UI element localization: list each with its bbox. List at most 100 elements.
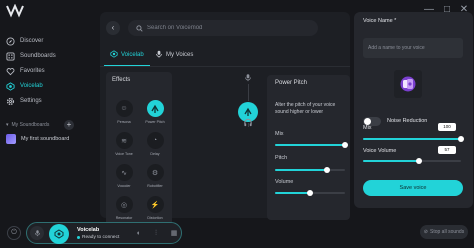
slider-knob[interactable] bbox=[342, 142, 348, 148]
microphone-icon bbox=[155, 50, 163, 60]
effect-label: Vocoder bbox=[117, 184, 131, 188]
volume-slider[interactable] bbox=[275, 190, 345, 196]
effects-title: Effects bbox=[112, 77, 131, 83]
active-voice-name: Voicelab bbox=[77, 227, 100, 233]
voice-settings-panel: Voice Name * Noise Reduction Mix 100 Voi… bbox=[354, 12, 473, 208]
power-pitch-card: Power Pitch Alter the pitch of your voic… bbox=[267, 75, 350, 220]
search-bar[interactable] bbox=[128, 20, 318, 36]
connection-status: Ready to connect bbox=[77, 235, 119, 240]
pitch-slider[interactable] bbox=[275, 167, 345, 173]
search-input[interactable] bbox=[147, 25, 307, 31]
soundboard-item[interactable]: My first soundboard bbox=[6, 134, 69, 144]
headphones-icon bbox=[243, 117, 253, 127]
sidebar-item-discover[interactable]: Discover bbox=[6, 34, 43, 48]
voice-volume-label: Voice Volume bbox=[363, 148, 397, 154]
slider-fill bbox=[363, 138, 461, 140]
slider-knob[interactable] bbox=[323, 167, 330, 173]
effect-delay[interactable]: ◔ Delay bbox=[140, 132, 170, 156]
mix-slider[interactable] bbox=[275, 142, 348, 148]
voice-tone-icon: ≋ bbox=[115, 132, 133, 149]
delay-icon: ◔ bbox=[146, 132, 164, 149]
slider-knob[interactable] bbox=[415, 158, 422, 164]
effect-resonator[interactable]: ◎ Resonator bbox=[109, 196, 139, 220]
slider-fill bbox=[275, 144, 345, 146]
effect-robotifier[interactable]: ⚙ Robotifier bbox=[140, 164, 170, 188]
mix-label: Mix bbox=[275, 131, 284, 137]
active-voice-button[interactable] bbox=[49, 224, 69, 244]
tab-my-voices[interactable]: My Voices bbox=[155, 49, 193, 61]
soundboard-thumbnail bbox=[6, 134, 16, 144]
slider-fill bbox=[275, 169, 327, 171]
sidebar-item-soundboards[interactable]: Soundboards bbox=[6, 49, 56, 63]
sidebar-item-favorites[interactable]: Favorites bbox=[6, 64, 45, 78]
voicemod-logo-icon bbox=[6, 3, 24, 18]
chevron-down-icon: ▾ bbox=[6, 122, 9, 128]
compass-icon bbox=[6, 36, 15, 46]
search-icon bbox=[136, 19, 143, 37]
effect-label: Voice Tone bbox=[115, 152, 133, 156]
sidebar-item-voicelab[interactable]: Voicelab bbox=[6, 79, 43, 93]
voice-avatar[interactable] bbox=[394, 70, 422, 98]
heart-icon bbox=[6, 67, 15, 76]
mix-slider[interactable] bbox=[363, 136, 464, 142]
voice-volume-value[interactable]: 57 bbox=[438, 146, 456, 154]
effect-distortion[interactable]: ⚡ Distortion bbox=[140, 196, 170, 220]
pitch-label: Pitch bbox=[275, 155, 288, 161]
effect-power-pitch[interactable]: Power Pitch bbox=[140, 100, 170, 124]
slider-knob[interactable] bbox=[458, 136, 464, 142]
tab-label: My Voices bbox=[166, 52, 194, 58]
toggle-knob bbox=[364, 118, 371, 125]
card-description: Alter the pitch of your voice sound high… bbox=[275, 102, 336, 115]
mix-label: Mix bbox=[363, 125, 372, 131]
effect-label: Robotifier bbox=[147, 184, 163, 188]
effects-panel: Effects ☺ Persona Power Pitch ≋ Voice To… bbox=[106, 72, 172, 232]
sidebar-item-label: Discover bbox=[20, 38, 44, 44]
effect-vocoder[interactable]: ∿ Vocoder bbox=[109, 164, 139, 188]
back-button[interactable]: ‹ bbox=[106, 21, 120, 35]
power-button[interactable]: ⏻ bbox=[7, 226, 21, 240]
voicelab-icon bbox=[6, 81, 15, 91]
divider bbox=[100, 66, 350, 67]
distortion-icon: ⚡ bbox=[146, 196, 164, 213]
slider-fill bbox=[275, 192, 310, 194]
persona-icon: ☺ bbox=[115, 100, 133, 117]
voice-name-label: Voice Name * bbox=[363, 18, 397, 24]
microphone-icon bbox=[243, 72, 253, 82]
grid-icon bbox=[6, 51, 15, 61]
hear-myself-button[interactable]: ◖ bbox=[131, 227, 145, 241]
sidebar-item-label: Soundboards bbox=[20, 53, 56, 59]
voice-player: Voicelab Ready to connect ◖ ⫶ ▦ bbox=[26, 222, 182, 244]
main-panel: ‹ Voicelab My Voices Effects ☺ Persona P… bbox=[100, 12, 350, 232]
add-soundboard-button[interactable]: + bbox=[64, 120, 74, 130]
sidebar-item-label: Settings bbox=[20, 98, 42, 104]
sidebar: Discover Soundboards Favorites Voicelab … bbox=[0, 22, 80, 218]
section-label: My Soundboards bbox=[11, 122, 50, 128]
voice-name-input[interactable] bbox=[363, 38, 463, 58]
effect-voice-tone[interactable]: ≋ Voice Tone bbox=[109, 132, 139, 156]
stop-icon: ⊘ bbox=[423, 229, 428, 235]
microphone-button[interactable] bbox=[30, 226, 44, 240]
microphone-icon bbox=[34, 230, 40, 237]
volume-label: Volume bbox=[275, 179, 294, 185]
gear-icon bbox=[6, 97, 15, 106]
mix-value[interactable]: 100 bbox=[438, 123, 456, 131]
status-text: Ready to connect bbox=[82, 235, 120, 240]
save-voice-button[interactable]: Save voice bbox=[363, 180, 463, 196]
effect-label: Delay bbox=[150, 152, 160, 156]
voicelab-icon bbox=[54, 229, 64, 239]
mixer-button[interactable]: ⫶ bbox=[149, 227, 163, 241]
effect-persona[interactable]: ☺ Persona bbox=[109, 100, 139, 124]
soundboard-button[interactable]: ▦ bbox=[167, 227, 181, 241]
vocoder-icon: ∿ bbox=[115, 164, 133, 181]
effect-label: Power Pitch bbox=[145, 120, 165, 124]
voice-volume-slider[interactable] bbox=[363, 158, 461, 164]
tab-voicelab[interactable]: Voicelab bbox=[110, 49, 144, 61]
noise-reduction-label: Noise Reduction bbox=[387, 118, 428, 124]
sidebar-item-settings[interactable]: Settings bbox=[6, 94, 42, 108]
voicelab-icon bbox=[110, 50, 118, 60]
stop-all-sounds-button[interactable]: ⊘ Stop all sounds bbox=[420, 225, 468, 239]
power-pitch-icon bbox=[146, 100, 164, 117]
stop-label: Stop all sounds bbox=[430, 229, 465, 235]
slider-knob[interactable] bbox=[307, 190, 313, 196]
tab-label: Voicelab bbox=[121, 52, 144, 58]
